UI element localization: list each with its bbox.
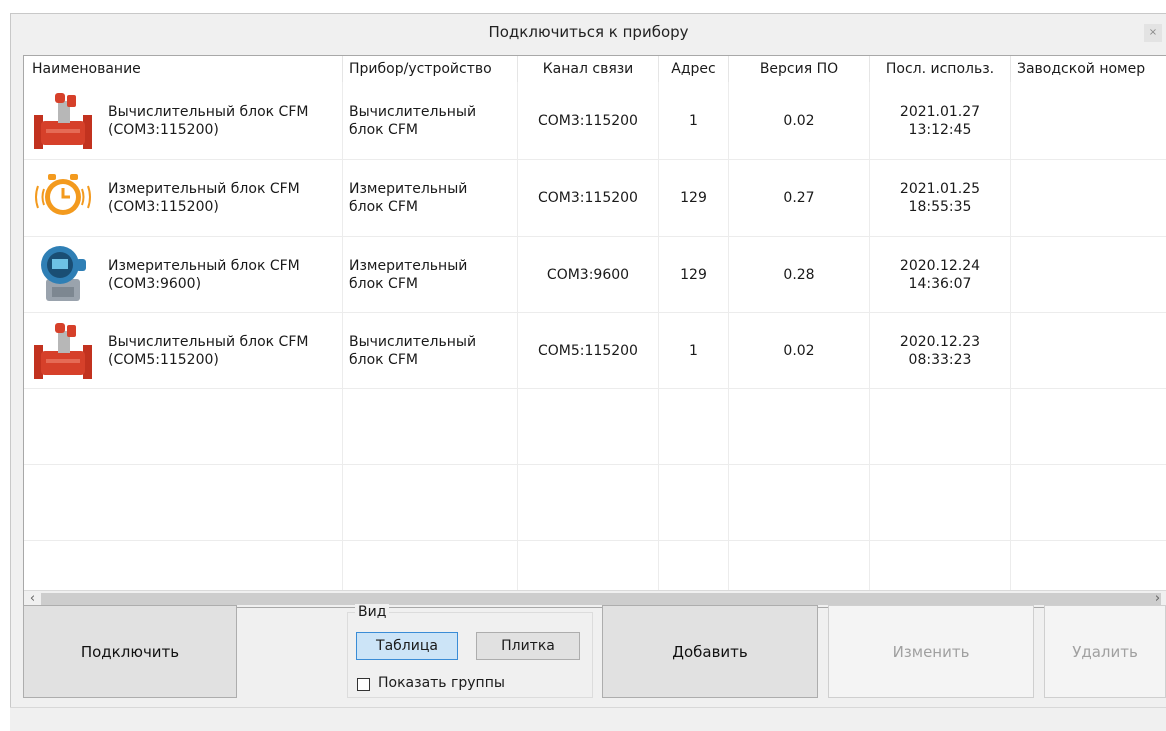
row-address: 129: [680, 267, 707, 283]
column-header-last-used[interactable]: Посл. использ.: [870, 56, 1010, 82]
view-tile-toggle[interactable]: Плитка: [476, 632, 580, 660]
row-last-used: 2020.12.24 14:36:07: [899, 258, 981, 292]
column-header-version[interactable]: Версия ПО: [729, 56, 869, 82]
device-list[interactable]: Наименование Прибор/устройство Канал свя…: [23, 55, 1166, 608]
row-device: Вычислительный блок CFM: [349, 334, 477, 368]
connect-button[interactable]: Подключить: [23, 605, 237, 698]
title-bar: Подключиться к прибору ×: [11, 14, 1166, 51]
close-button[interactable]: ×: [1144, 24, 1162, 42]
status-bar: [10, 707, 1166, 731]
column-header-channel[interactable]: Канал связи: [518, 56, 658, 82]
table-row[interactable]: Вычислительный блок CFM (COM5:115200) Вы…: [24, 313, 1166, 390]
edit-button[interactable]: Изменить: [828, 605, 1034, 698]
column-header: Наименование Прибор/устройство Канал свя…: [24, 56, 1166, 82]
column-header-address[interactable]: Адрес: [659, 56, 728, 82]
flowmeter-icon: [34, 93, 92, 149]
row-version: 0.28: [783, 267, 815, 283]
row-channel: COM3:115200: [538, 113, 638, 129]
show-groups-checkbox[interactable]: [357, 678, 370, 691]
row-address: 1: [689, 343, 698, 359]
row-last-used: 2020.12.23 08:33:23: [899, 334, 981, 368]
grid-line: [24, 540, 1166, 541]
table-row[interactable]: Измерительный блок CFM (COM3:115200) Изм…: [24, 160, 1166, 237]
row-name: Измерительный блок CFM (COM3:9600): [108, 258, 300, 292]
row-last-used: 2021.01.27 13:12:45: [899, 104, 981, 138]
row-channel: COM5:115200: [538, 343, 638, 359]
column-separator: [342, 56, 343, 82]
row-device: Вычислительный блок CFM: [349, 104, 477, 138]
row-name: Вычислительный блок CFM (COM5:115200): [108, 334, 309, 368]
transmitter-icon: [41, 246, 86, 301]
show-groups-label: Показать группы: [378, 675, 505, 691]
row-version: 0.02: [783, 113, 815, 129]
delete-button[interactable]: Удалить: [1044, 605, 1166, 698]
flowmeter-icon: [34, 323, 92, 379]
table-row[interactable]: Вычислительный блок CFM (COM3:115200) Вы…: [24, 83, 1166, 160]
add-button[interactable]: Добавить: [602, 605, 818, 698]
row-channel: COM3:115200: [538, 190, 638, 206]
row-device: Измерительный блок CFM: [349, 181, 468, 215]
row-address: 1: [689, 113, 698, 129]
view-table-toggle[interactable]: Таблица: [356, 632, 458, 660]
column-separator: [1010, 56, 1011, 82]
table-row[interactable]: Измерительный блок CFM (COM3:9600) Измер…: [24, 237, 1166, 314]
row-version: 0.27: [783, 190, 815, 206]
column-header-device[interactable]: Прибор/устройство: [349, 56, 492, 82]
column-header-serial[interactable]: Заводской номер: [1017, 56, 1145, 82]
row-channel: COM3:9600: [546, 267, 630, 283]
dialog-title: Подключиться к прибору: [488, 23, 689, 41]
column-header-name[interactable]: Наименование: [32, 56, 141, 82]
row-name: Вычислительный блок CFM (COM3:115200): [108, 104, 309, 138]
view-group-title: Вид: [355, 604, 390, 620]
row-version: 0.02: [783, 343, 815, 359]
row-name: Измерительный блок CFM (COM3:115200): [108, 181, 300, 215]
grid-line: [24, 464, 1166, 465]
row-address: 129: [680, 190, 707, 206]
alarm-clock-icon: [35, 174, 91, 215]
scrollbar-thumb[interactable]: [41, 593, 1161, 605]
row-last-used: 2021.01.25 18:55:35: [899, 181, 981, 215]
row-device: Измерительный блок CFM: [349, 258, 468, 292]
